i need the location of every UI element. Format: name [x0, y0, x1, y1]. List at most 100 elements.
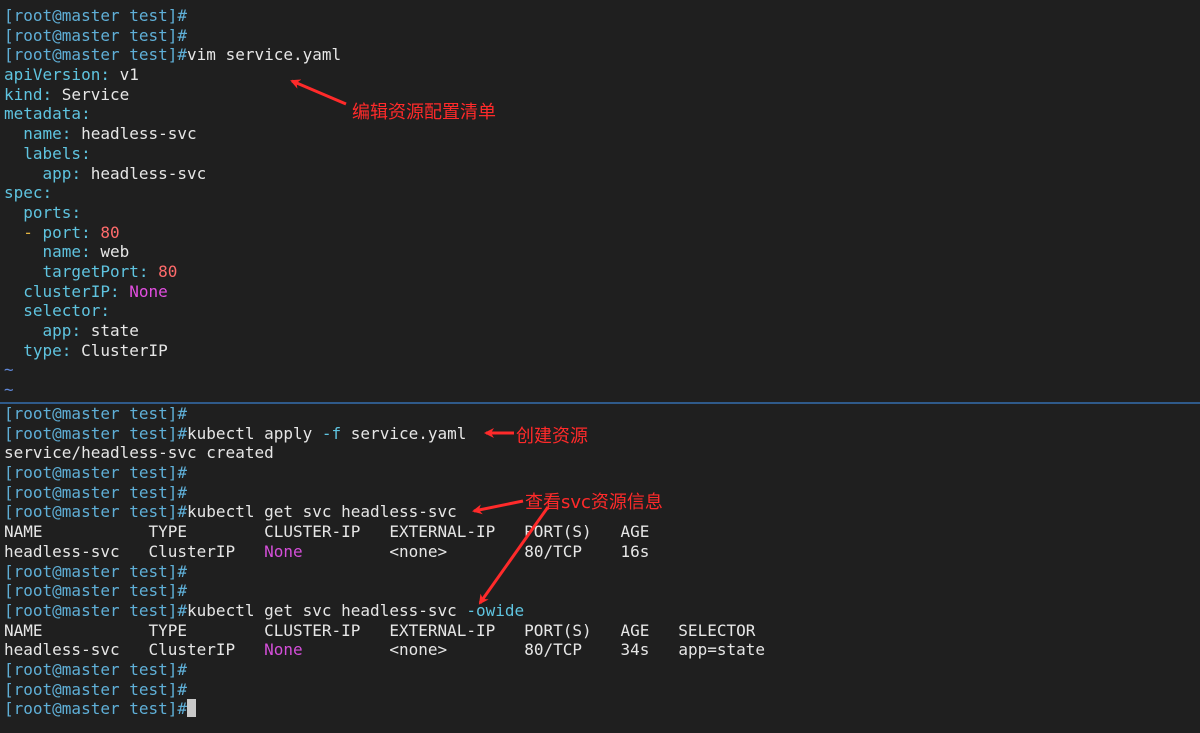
text-cursor[interactable] [187, 699, 197, 718]
yaml-key: labels [23, 143, 82, 163]
yaml-indent [4, 164, 43, 183]
external-ip-value: <none> [389, 640, 448, 660]
terminal-line: [root@master test]# [4, 660, 1200, 680]
yaml-separator: : [61, 340, 82, 360]
yaml-separator: : [81, 143, 91, 163]
yaml-separator: : [109, 281, 130, 301]
yaml-indent [4, 242, 43, 261]
shell-prompt: [root@master test]# [4, 404, 188, 423]
command-output: service/headless-svc created [4, 443, 274, 463]
yaml-key: targetPort [42, 261, 139, 281]
yaml-value: headless-svc [81, 124, 197, 144]
shell-prompt: [root@master test]# [4, 6, 188, 25]
yaml-value: ClusterIP [81, 340, 168, 360]
shell-prompt: [root@master test]# [4, 581, 188, 601]
yaml-separator: : [71, 163, 91, 183]
terminal-line: [root@master test]#kubectl apply -f serv… [4, 424, 1200, 444]
yaml-key: clusterIP [23, 281, 110, 301]
yaml-key: ports [23, 202, 72, 222]
yaml-indent [4, 301, 23, 320]
yaml-key: app [42, 321, 72, 340]
shell-prompt: [root@master test]# [4, 25, 188, 45]
yaml-indent [4, 223, 23, 242]
terminal-lines: [root@master test]# [root@master test]#ku… [0, 404, 1200, 719]
terminal-line: [root@master test]# [4, 404, 1200, 424]
yaml-indent [4, 144, 23, 163]
editor-line: - port: 80 [4, 223, 1200, 243]
command-text: vim service.yaml [187, 45, 342, 65]
table-cell: 80/TCP 16s [447, 541, 650, 561]
yaml-key: spec [4, 183, 43, 203]
yaml-indent [4, 341, 23, 360]
yaml-indent [4, 262, 43, 281]
yaml-key: name [42, 242, 82, 262]
annotation-edit: 编辑资源配置清单 [352, 102, 496, 123]
shell-prompt: [root@master test]# [4, 45, 188, 65]
command-text: kubectl get svc headless-svc [187, 600, 467, 620]
yaml-indent [4, 282, 23, 301]
shell-prompt: [root@master test]# [4, 699, 188, 719]
editor-line: app: state [4, 321, 1200, 341]
command-output: NAME TYPE CLUSTER-IP EXTERNAL-IP PORT(S)… [4, 522, 650, 542]
yaml-value: headless-svc [90, 163, 207, 183]
yaml-key: apiVersion [4, 65, 101, 85]
annotation-view: 查看svc资源信息 [525, 492, 663, 513]
terminal-line: service/headless-svc created [4, 443, 1200, 463]
yaml-separator: : [42, 84, 62, 104]
yaml-separator: : [138, 261, 159, 281]
table-spacer [303, 640, 390, 659]
shell-prompt: [root@master test]# [4, 600, 188, 620]
terminal-line: [root@master test]# [4, 680, 1200, 700]
yaml-value: 80 [100, 222, 120, 242]
yaml-value: 80 [158, 261, 178, 281]
shell-prompt: [root@master test]# [4, 463, 188, 483]
terminal-line: [root@master test]# [4, 699, 1200, 719]
yaml-indent [4, 124, 23, 143]
editor-line: ~ [4, 380, 1200, 400]
yaml-separator: : [81, 242, 101, 262]
shell-prompt: [root@master test]# [4, 659, 188, 679]
editor-line: ~ [4, 360, 1200, 380]
shell-prompt: [root@master test]# [4, 561, 188, 581]
yaml-separator: : [100, 301, 110, 321]
annotation-create: 创建资源 [516, 426, 588, 447]
editor-line: [root@master test]#vim service.yaml [4, 45, 1200, 65]
shell-prompt: [root@master test]# [4, 502, 188, 522]
yaml-key: app [42, 163, 72, 183]
vim-editor-pane[interactable]: [root@master test]# [root@master test]# [r… [0, 0, 1200, 402]
command-flag: -f [321, 423, 342, 443]
table-cell: 80/TCP 34s app=state [447, 640, 766, 660]
editor-line: targetPort: 80 [4, 262, 1200, 282]
yaml-value: state [90, 321, 139, 340]
editor-line: [root@master test]# [4, 26, 1200, 46]
shell-prompt: [root@master test]# [4, 423, 188, 443]
terminal-window[interactable]: [root@master test]# [root@master test]# [r… [0, 0, 1200, 733]
cluster-ip-value: None [264, 640, 303, 660]
command-output: NAME TYPE CLUSTER-IP EXTERNAL-IP PORT(S)… [4, 620, 756, 640]
terminal-line: headless-svc ClusterIP None <none> 80/TC… [4, 640, 1200, 660]
table-spacer [303, 542, 390, 561]
yaml-indent [4, 203, 23, 222]
editor-line: name: web [4, 242, 1200, 262]
yaml-value: v1 [119, 65, 139, 85]
editor-line: labels: [4, 144, 1200, 164]
vim-empty-line-marker: ~ [4, 360, 14, 380]
yaml-separator: : [61, 124, 82, 144]
yaml-value: Service [61, 84, 130, 104]
yaml-key: port [42, 222, 82, 242]
table-cell: headless-svc ClusterIP [4, 640, 265, 660]
yaml-indent [4, 321, 43, 340]
yaml-value: web [100, 242, 130, 262]
terminal-line: headless-svc ClusterIP None <none> 80/TC… [4, 542, 1200, 562]
yaml-key: kind [4, 84, 43, 104]
editor-line: clusterIP: None [4, 282, 1200, 302]
shell-pane[interactable]: [root@master test]# [root@master test]#ku… [0, 404, 1200, 733]
command-text: service.yaml [341, 423, 467, 443]
command-text: kubectl apply [187, 423, 322, 443]
yaml-key: metadata [4, 104, 82, 124]
yaml-separator: : [81, 104, 91, 124]
yaml-separator: : [100, 65, 120, 85]
yaml-key: selector [23, 301, 101, 321]
yaml-separator: : [81, 222, 101, 242]
vim-empty-line-marker: ~ [4, 380, 14, 400]
